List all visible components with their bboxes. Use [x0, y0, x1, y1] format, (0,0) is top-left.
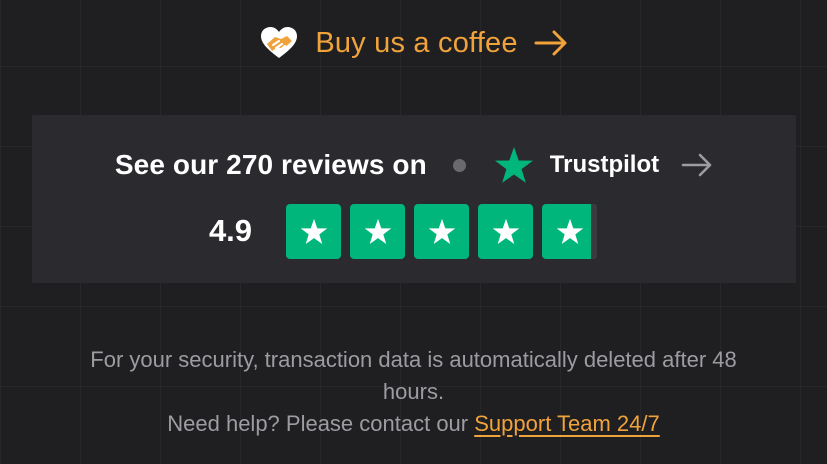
trustpilot-rating-row: 4.9 [32, 203, 796, 259]
heart-handshake-icon [259, 25, 299, 61]
trustpilot-card[interactable]: See our 270 reviews on Trustpilot 4.9 [32, 115, 796, 283]
trustpilot-star-icon [494, 146, 534, 184]
arrow-right-icon [534, 30, 568, 56]
trustpilot-headline: See our 270 reviews on Trustpilot [32, 143, 796, 187]
rating-stars [286, 203, 598, 259]
help-line: Need help? Please contact our Support Te… [0, 408, 827, 440]
separator-dot [452, 158, 466, 172]
star-icon [286, 203, 342, 259]
trustpilot-reviews-text: See our 270 reviews on [114, 149, 427, 180]
star-icon [350, 203, 406, 259]
trustpilot-brand: Trustpilot [549, 151, 660, 178]
security-notice: For your security, transaction data is a… [90, 347, 737, 404]
buy-coffee-link[interactable]: Buy us a coffee [0, 18, 827, 68]
arrow-right-icon[interactable] [681, 153, 713, 177]
rating-score: 4.9 [208, 213, 253, 248]
star-icon [414, 203, 470, 259]
footer-notice: For your security, transaction data is a… [0, 344, 827, 440]
buy-coffee-label: Buy us a coffee [315, 26, 518, 59]
star-icon [478, 203, 534, 259]
help-text: Need help? Please contact our [167, 411, 469, 436]
support-team-link[interactable]: Support Team 24/7 [474, 411, 660, 436]
star-icon-partial [542, 203, 598, 259]
